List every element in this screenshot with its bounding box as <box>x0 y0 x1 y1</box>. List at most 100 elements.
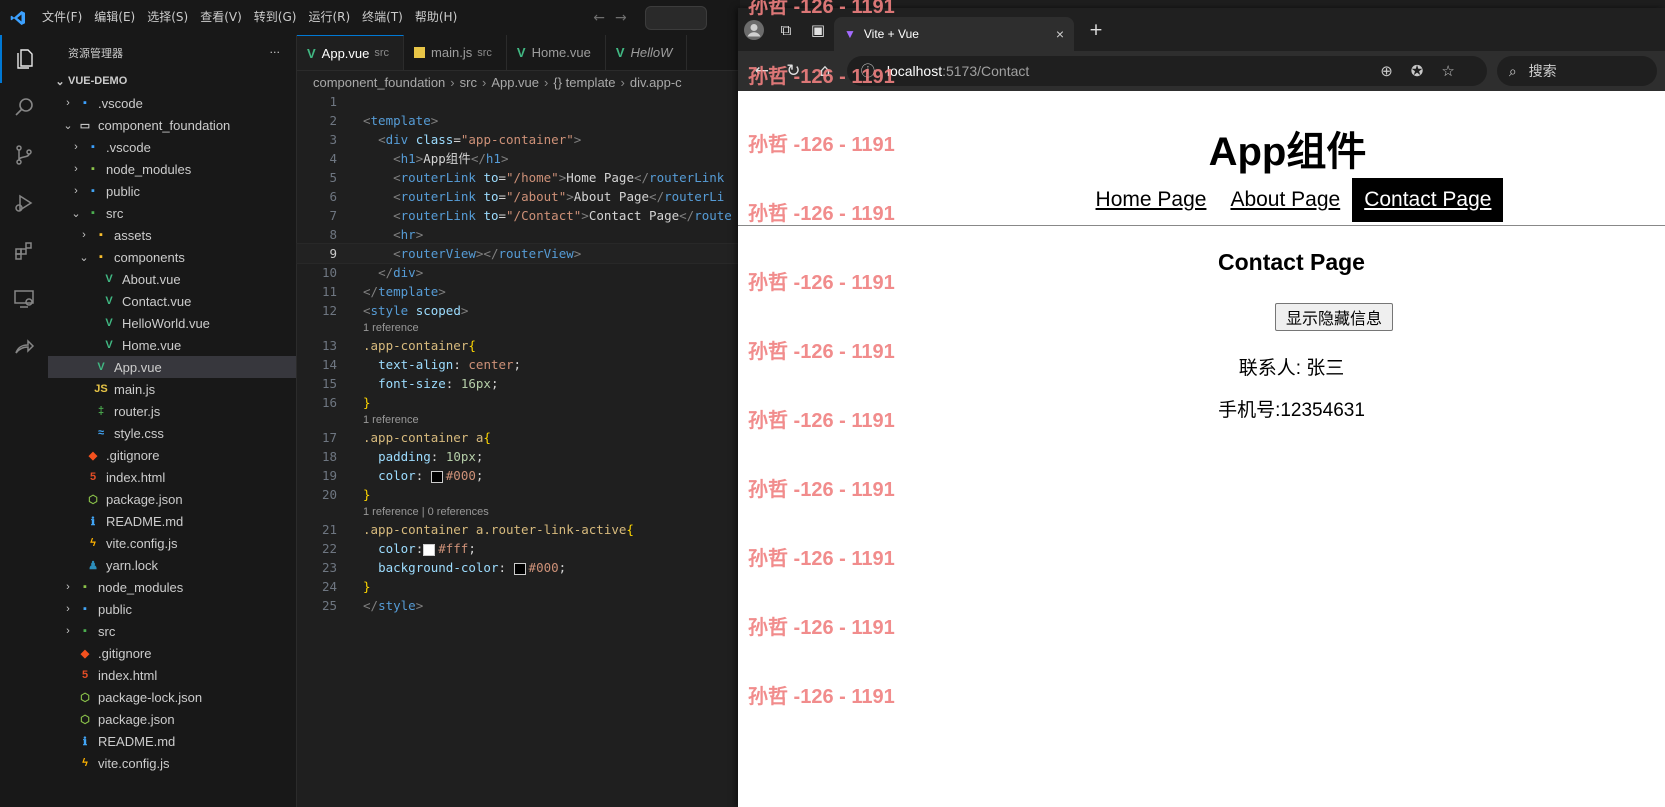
tree-file[interactable]: ≈ style.css <box>48 422 296 444</box>
more-actions-icon[interactable]: ··· <box>270 46 281 59</box>
editor-tab[interactable]: V Home.vue <box>507 35 606 70</box>
tree-file[interactable]: V Contact.vue <box>48 290 296 312</box>
tree-file[interactable]: 5 index.html <box>48 664 296 686</box>
tree-item-label: Contact.vue <box>122 293 192 309</box>
tree-item-label: public <box>98 601 132 617</box>
tree-item-label: assets <box>114 227 152 243</box>
menu-item[interactable]: 终端(T) <box>356 0 409 35</box>
url-host: localhost <box>886 63 943 79</box>
tree-folder[interactable]: › ▪ .vscode <box>48 136 296 158</box>
menu-item[interactable]: 转到(G) <box>248 0 303 35</box>
command-center[interactable] <box>644 5 707 30</box>
run-debug-icon[interactable] <box>0 179 48 227</box>
code-editor[interactable]: 1 2 <template> 3 <div class="app-containe… <box>296 92 740 615</box>
home-icon[interactable]: ⌂ <box>809 55 841 87</box>
tree-item-label: README.md <box>98 733 176 749</box>
zoom-favorite-icons[interactable]: ⊕✪☆ <box>1380 62 1473 80</box>
collections-icon[interactable]: ⧉ <box>770 14 802 46</box>
tree-file[interactable]: ℹ README.md <box>48 730 296 752</box>
tree-item-label: router.js <box>114 403 161 419</box>
tree-folder[interactable]: ⌄ ▪ src <box>48 202 296 224</box>
live-share-icon[interactable] <box>0 323 48 371</box>
remote-explorer-icon[interactable] <box>0 275 48 323</box>
tree-file[interactable]: ℹ README.md <box>48 510 296 532</box>
router-link[interactable]: About Page <box>1218 178 1352 222</box>
tree-folder[interactable]: ⌄ ▭ component_foundation <box>48 114 296 136</box>
refresh-icon[interactable]: ↻ <box>778 55 810 87</box>
close-tab-icon[interactable]: × <box>1056 26 1064 42</box>
router-link[interactable]: Contact Page <box>1352 178 1504 222</box>
vertical-tabs-icon[interactable]: ▣ <box>802 14 834 46</box>
tree-file[interactable]: V App.vue <box>48 356 296 378</box>
tree-folder[interactable]: › ▪ public <box>48 180 296 202</box>
file-type-icon: ▪ <box>99 229 103 241</box>
address-bar[interactable]: ⓘ localhost :5173/Contact ⊕✪☆ <box>846 56 1487 86</box>
tree-file[interactable]: ⬡ package.json <box>48 708 296 730</box>
tree-folder[interactable]: › ▪ public <box>48 598 296 620</box>
tree-file[interactable]: V Home.vue <box>48 334 296 356</box>
tree-folder[interactable]: ⌄ ▪ components <box>48 246 296 268</box>
tree-file[interactable]: ⬡ package-lock.json <box>48 686 296 708</box>
codelens[interactable]: 1 reference <box>297 320 740 336</box>
menu-item[interactable]: 文件(F) <box>36 0 88 35</box>
tree-folder[interactable]: › ▪ assets <box>48 224 296 246</box>
search-icon[interactable] <box>0 83 48 131</box>
tree-file[interactable]: ◆ .gitignore <box>48 444 296 466</box>
tree-file[interactable]: ϟ vite.config.js <box>48 752 296 774</box>
tree-file[interactable]: V HelloWorld.vue <box>48 312 296 334</box>
tree-folder[interactable]: › ▪ node_modules <box>48 158 296 180</box>
breadcrumb-separator-icon: › <box>544 74 549 90</box>
browser-search-box[interactable]: ⌕ 搜索 <box>1496 56 1657 86</box>
browser-tab-active[interactable]: ▼ Vite + Vue × <box>834 17 1074 51</box>
tree-file[interactable]: ♟ yarn.lock <box>48 554 296 576</box>
tree-file[interactable]: JS main.js <box>48 378 296 400</box>
breadcrumb-item[interactable]: {} template <box>553 75 615 90</box>
breadcrumb-item[interactable]: div.app-c <box>630 75 682 90</box>
tree-file[interactable]: ◆ .gitignore <box>48 642 296 664</box>
tree-file[interactable]: ϟ vite.config.js <box>48 532 296 554</box>
toggle-info-button[interactable]: 显示隐藏信息 <box>1275 303 1393 331</box>
tree-item-label: yarn.lock <box>106 557 159 573</box>
nav-back-forward-icon[interactable]: ←→ <box>593 10 636 26</box>
tree-item-label: index.html <box>106 469 166 485</box>
codelens[interactable]: 1 reference <box>297 412 740 428</box>
code-line: 10 </div> <box>321 265 424 280</box>
editor-tab[interactable]: main.js src <box>404 35 507 70</box>
tree-item-label: vite.config.js <box>98 755 170 771</box>
tree-folder[interactable]: › ▪ src <box>48 620 296 642</box>
explorer-icon[interactable] <box>0 35 48 83</box>
chevron-right-icon: › <box>66 625 70 637</box>
back-icon[interactable]: ← <box>746 55 778 87</box>
chevron-right-icon: › <box>74 163 78 175</box>
breadcrumb-item[interactable]: component_foundation <box>313 75 445 90</box>
source-control-icon[interactable] <box>0 131 48 179</box>
site-info-icon[interactable]: ⓘ <box>861 61 875 81</box>
tree-folder[interactable]: › ▪ node_modules <box>48 576 296 598</box>
extensions-icon[interactable] <box>0 227 48 275</box>
breadcrumb-item[interactable]: src <box>460 75 477 90</box>
profile-avatar-icon[interactable] <box>738 14 770 46</box>
new-tab-icon[interactable]: + <box>1080 14 1112 46</box>
vscode-window: 文件(F) 编辑(E) 选择(S) 查看(V) 转到(G) 运行(R) 终端(T) 帮助(H)… <box>0 0 740 807</box>
browser-tab-strip: ⧉ ▣ ▼ Vite + Vue × + <box>738 8 1665 51</box>
tree-folder[interactable]: ⌄ VUE-DEMO <box>48 70 296 92</box>
editor-tab[interactable]: V App.vue src <box>297 35 405 70</box>
breadcrumb-item[interactable]: App.vue <box>491 75 539 90</box>
menu-item[interactable]: 选择(S) <box>141 0 194 35</box>
menu-item[interactable]: 帮助(H) <box>409 0 463 35</box>
editor-tab[interactable]: V HelloW <box>606 35 688 70</box>
tree-file[interactable]: ⬡ package.json <box>48 488 296 510</box>
menu-item[interactable]: 查看(V) <box>194 0 248 35</box>
menu-item[interactable]: 编辑(E) <box>88 0 141 35</box>
tree-file[interactable]: ‡ router.js <box>48 400 296 422</box>
tree-file[interactable]: V About.vue <box>48 268 296 290</box>
codelens[interactable]: 1 reference | 0 references <box>297 504 740 520</box>
menu-item[interactable]: 运行(R) <box>302 0 356 35</box>
tree-file[interactable]: 5 index.html <box>48 466 296 488</box>
tree-folder[interactable]: › ▪ .vscode <box>48 92 296 114</box>
code-line: 8 <hr> <box>329 227 424 242</box>
code-line: 13 .app-container{ <box>321 338 476 353</box>
router-link[interactable]: Home Page <box>1084 178 1219 222</box>
code-line: 23 background-color: #000; <box>321 560 567 575</box>
code-line: 14 text-align: center; <box>321 357 522 372</box>
